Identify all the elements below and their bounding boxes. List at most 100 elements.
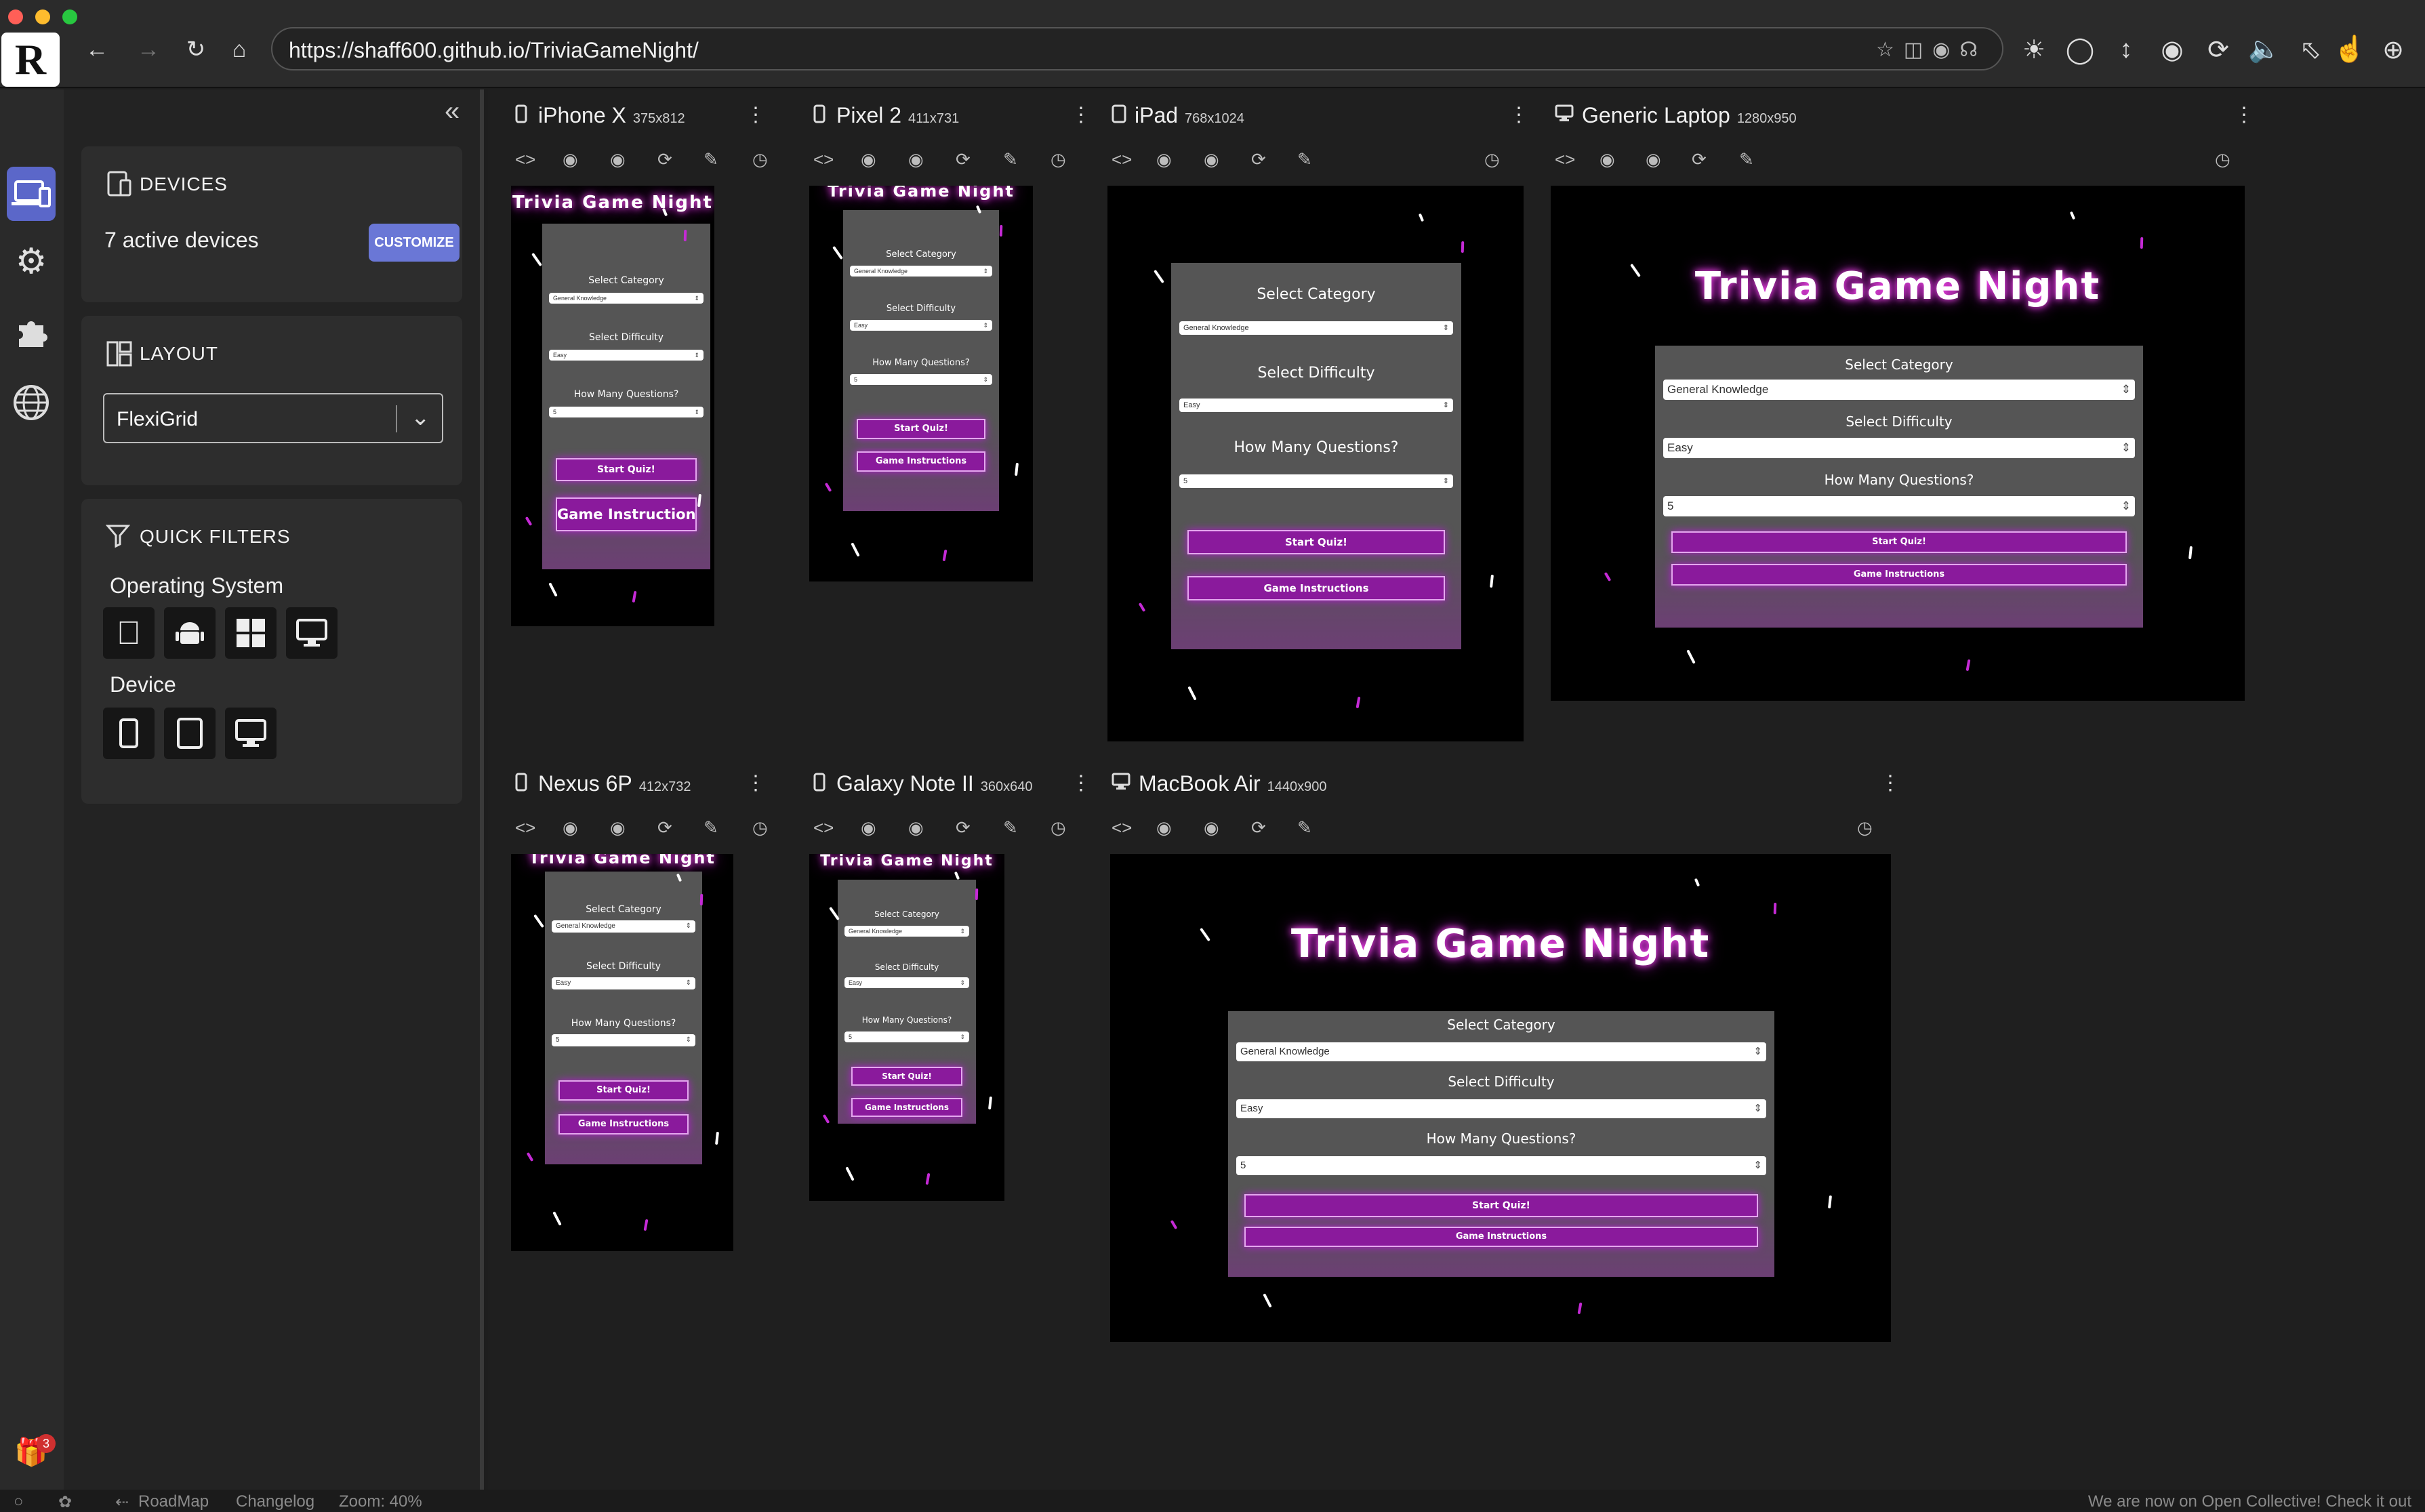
rotate-icon[interactable]: ⟳	[2200, 31, 2237, 68]
phone-filter-icon[interactable]	[103, 708, 155, 759]
device-viewport[interactable]: Trivia Game Night Select Category General …	[809, 186, 1033, 581]
start-quiz-button[interactable]: Start Quiz!	[558, 1080, 689, 1101]
category-select[interactable]: General Knowledge ⇕	[844, 926, 969, 937]
devices-panel-icon	[106, 171, 133, 201]
rotate-icon[interactable]: ⟳	[1692, 149, 1707, 170]
debug-icon[interactable]: ✎	[1297, 817, 1312, 838]
camera-icon[interactable]: ◉	[1646, 149, 1661, 170]
start-quiz-button[interactable]: Start Quiz!	[1671, 531, 2127, 553]
address-bar[interactable]: https://shaff600.github.io/TriviaGameNig…	[271, 27, 2003, 70]
question-count-select[interactable]: 5 ⇕	[1179, 474, 1453, 488]
inspect-icon[interactable]: ⬁	[2292, 31, 2329, 68]
game-instructions-button[interactable]: Game Instructions	[556, 497, 697, 531]
scroll-icon[interactable]: ↕	[2108, 31, 2144, 68]
question-count-select[interactable]: 5 ⇕	[1663, 496, 2135, 516]
layout-select[interactable]: FlexiGrid ⌄	[103, 393, 443, 443]
category-select[interactable]: General Knowledge ⇕	[552, 920, 695, 933]
category-select[interactable]: General Knowledge ⇕	[549, 293, 704, 304]
difficulty-select[interactable]: Easy ⇕	[844, 977, 969, 988]
extensions-icon[interactable]	[7, 305, 56, 359]
difficulty-select[interactable]: Easy ⇕	[1663, 438, 2135, 458]
question-count-select[interactable]: 5 ⇕	[850, 374, 992, 385]
address-bar-icons[interactable]: ☆◫◉☊	[1876, 38, 1987, 62]
open-collective-notice[interactable]: We are now on Open Collective! Check it …	[2088, 1492, 2411, 1511]
devices-icon[interactable]	[7, 167, 56, 221]
device-viewport[interactable]: Trivia Game Night Select Category General …	[511, 186, 714, 626]
game-instructions-button[interactable]: Game Instructions	[857, 451, 985, 472]
device-viewport[interactable]: Trivia Game Night Select Category General …	[511, 854, 733, 1251]
changelog-link[interactable]: Changelog	[236, 1492, 314, 1511]
customize-button[interactable]: CUSTOMIZE	[369, 224, 460, 262]
category-select[interactable]: General Knowledge ⇕	[850, 266, 992, 277]
start-quiz-button[interactable]: Start Quiz!	[857, 419, 985, 439]
question-count-select[interactable]: 5 ⇕	[549, 407, 704, 417]
device-menu-icon[interactable]: ⋮	[1509, 103, 1529, 127]
start-quiz-button[interactable]: Start Quiz!	[556, 458, 697, 481]
category-select[interactable]: General Knowledge ⇕	[1179, 321, 1453, 335]
device-menu-icon[interactable]: ⋮	[1880, 771, 1900, 795]
question-count-select[interactable]: 5 ⇕	[552, 1034, 695, 1046]
game-instructions-button[interactable]: Game Instructions	[851, 1098, 962, 1117]
question-count-select[interactable]: 5 ⇕	[844, 1031, 969, 1042]
minimize-window-button[interactable]	[35, 9, 50, 24]
screenshot-icon[interactable]: ◉	[1156, 817, 1172, 838]
device-viewport[interactable]: Select Category General Knowledge ⇕ Select …	[1107, 186, 1524, 741]
difficulty-select[interactable]: Easy ⇕	[1236, 1099, 1766, 1118]
camera-icon[interactable]: ◉	[1204, 817, 1219, 838]
android-filter-icon[interactable]	[164, 607, 216, 659]
device-viewport[interactable]: Trivia Game Night Select Category General …	[1551, 186, 2245, 701]
scroll-sync-icon[interactable]: ◷	[1857, 817, 1873, 838]
game-instructions-button[interactable]: Game Instructions	[1244, 1227, 1758, 1247]
question-count-select[interactable]: 5 ⇕	[1236, 1156, 1766, 1175]
game-instructions-button[interactable]: Game Instructions	[1671, 564, 2127, 586]
back-icon[interactable]: ←	[81, 34, 113, 65]
scroll-sync-icon[interactable]: ◷	[2215, 149, 2230, 170]
device-menu-icon[interactable]: ⋮	[746, 771, 766, 795]
game-instructions-button[interactable]: Game Instructions	[1187, 576, 1445, 600]
code-icon[interactable]: <>	[1112, 817, 1132, 838]
apple-filter-icon[interactable]: 	[103, 607, 155, 659]
device-menu-icon[interactable]: ⋮	[746, 103, 766, 127]
difficulty-select[interactable]: Easy ⇕	[549, 350, 704, 361]
collapse-sidebar-icon[interactable]: «	[445, 96, 460, 127]
category-select[interactable]: General Knowledge ⇕	[1663, 380, 2135, 400]
windows-filter-icon[interactable]	[225, 607, 277, 659]
difficulty-select[interactable]: Easy ⇕	[850, 320, 992, 331]
zoom-icon[interactable]: ⊕	[2375, 31, 2411, 68]
category-select[interactable]: General Knowledge ⇕	[1236, 1042, 1766, 1061]
roadmap-link[interactable]: RoadMap	[138, 1492, 209, 1511]
start-quiz-button[interactable]: Start Quiz!	[1187, 530, 1445, 554]
close-window-button[interactable]	[8, 9, 23, 24]
screenshot-icon[interactable]: ◉	[1599, 149, 1615, 170]
maximize-window-button[interactable]	[62, 9, 77, 24]
device-menu-icon[interactable]: ⋮	[2234, 103, 2254, 127]
code-icon[interactable]: <>	[1555, 149, 1575, 170]
start-quiz-button[interactable]: Start Quiz!	[851, 1067, 962, 1086]
mouse-icon[interactable]: ◯	[2062, 31, 2098, 68]
desktop-filter-icon[interactable]	[225, 708, 277, 759]
home-icon[interactable]: ⌂	[224, 34, 255, 65]
game-instructions-button[interactable]: Game Instructions	[558, 1114, 689, 1135]
start-quiz-button[interactable]: Start Quiz!	[1244, 1194, 1758, 1217]
debug-icon[interactable]: ✎	[1739, 149, 1754, 170]
reload-icon[interactable]: ↻	[180, 34, 211, 65]
brightness-icon[interactable]: ☀	[2016, 31, 2052, 68]
device-menu-icon[interactable]: ⋮	[1071, 103, 1091, 127]
touch-icon[interactable]: ☝	[2331, 31, 2368, 68]
github-icon[interactable]: ○	[14, 1492, 24, 1511]
settings-icon[interactable]: ⚙	[7, 234, 56, 289]
device-menu-icon[interactable]: ⋮	[1071, 771, 1091, 795]
tablet-filter-icon[interactable]	[164, 708, 216, 759]
desktop-os-filter-icon[interactable]	[286, 607, 338, 659]
camera-icon[interactable]: ◉	[2154, 31, 2190, 68]
difficulty-select[interactable]: Easy ⇕	[552, 977, 695, 989]
volume-icon[interactable]: 🔈	[2246, 31, 2283, 68]
forward-icon[interactable]: →	[133, 34, 164, 65]
globe-icon[interactable]	[7, 375, 56, 430]
device-viewport[interactable]: Trivia Game Night Select Category General …	[809, 854, 1004, 1201]
device-viewport[interactable]: Trivia Game Night Select Category General …	[1110, 854, 1891, 1342]
difficulty-select[interactable]: Easy ⇕	[1179, 399, 1453, 412]
chevron-down-icon[interactable]: ⌄	[411, 404, 430, 431]
twitter-icon[interactable]: ✿	[58, 1492, 72, 1512]
rotate-icon[interactable]: ⟳	[1251, 817, 1266, 838]
